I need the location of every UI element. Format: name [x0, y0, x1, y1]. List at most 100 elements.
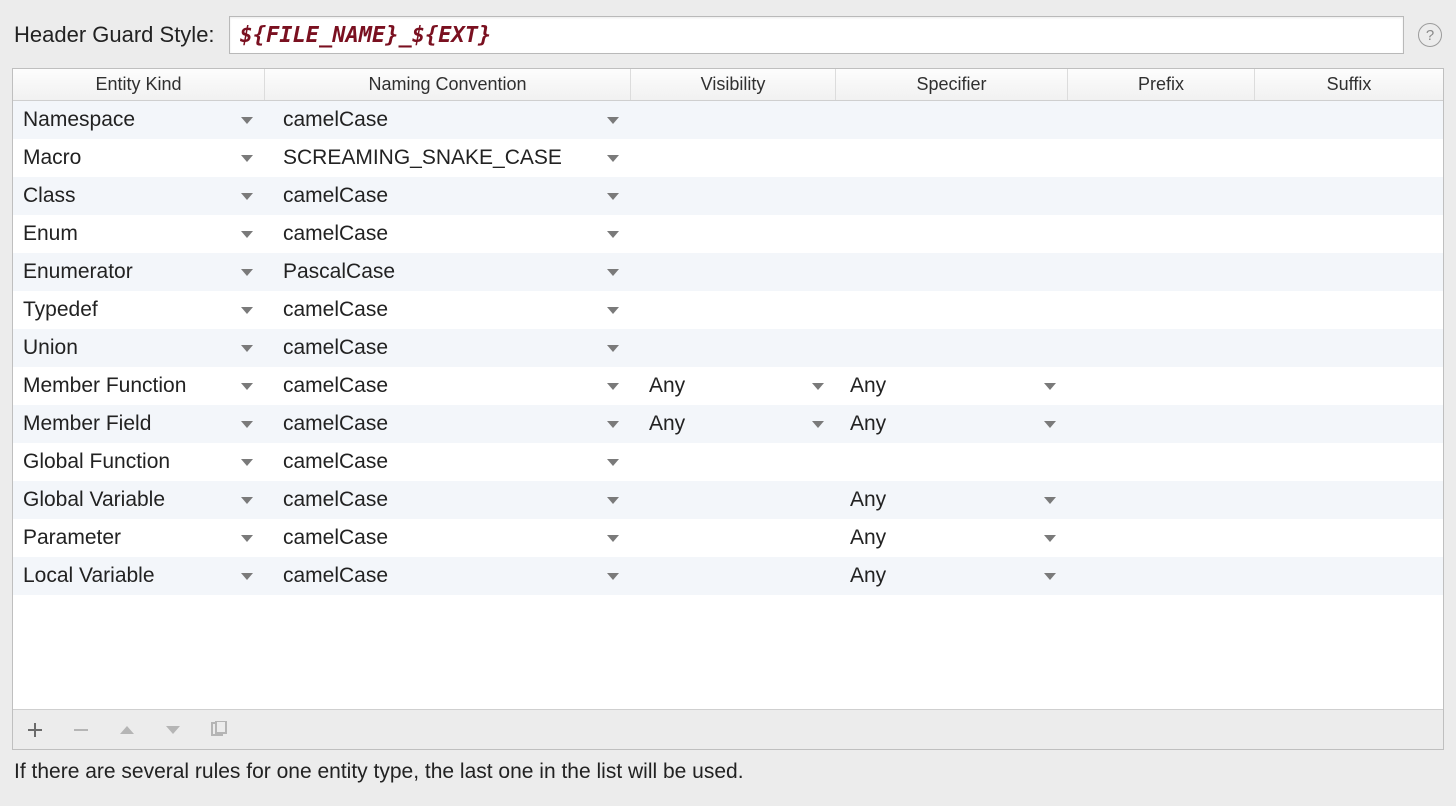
prefix-cell[interactable]	[1068, 215, 1255, 253]
prefix-cell[interactable]	[1068, 177, 1255, 215]
specifier-cell[interactable]: Any	[836, 519, 1068, 557]
entity-kind-cell[interactable]: Union	[13, 329, 265, 367]
naming-convention-cell[interactable]: PascalCase	[265, 253, 631, 291]
prefix-cell[interactable]	[1068, 253, 1255, 291]
help-icon[interactable]: ?	[1418, 23, 1442, 47]
prefix-cell[interactable]	[1068, 443, 1255, 481]
entity-kind-cell[interactable]: Local Variable	[13, 557, 265, 595]
col-header-prefix[interactable]: Prefix	[1068, 69, 1255, 100]
suffix-cell[interactable]	[1255, 367, 1443, 405]
col-header-visibility[interactable]: Visibility	[631, 69, 836, 100]
naming-convention-cell[interactable]: camelCase	[265, 519, 631, 557]
naming-convention-cell[interactable]: camelCase	[265, 557, 631, 595]
visibility-cell	[631, 557, 836, 595]
col-header-specifier[interactable]: Specifier	[836, 69, 1068, 100]
suffix-cell[interactable]	[1255, 139, 1443, 177]
col-header-naming-convention[interactable]: Naming Convention	[265, 69, 631, 100]
suffix-cell[interactable]	[1255, 101, 1443, 139]
prefix-cell[interactable]	[1068, 557, 1255, 595]
table-row[interactable]: Member FunctioncamelCaseAnyAny	[13, 367, 1443, 405]
chevron-down-icon	[1044, 497, 1056, 504]
col-header-entity-kind[interactable]: Entity Kind	[13, 69, 265, 100]
move-up-button[interactable]	[117, 720, 137, 740]
move-down-button[interactable]	[163, 720, 183, 740]
chevron-down-icon	[241, 155, 253, 162]
specifier-cell[interactable]: Any	[836, 367, 1068, 405]
chevron-down-icon	[241, 421, 253, 428]
suffix-cell[interactable]	[1255, 405, 1443, 443]
visibility-cell	[631, 519, 836, 557]
chevron-down-icon	[607, 307, 619, 314]
naming-convention-cell[interactable]: camelCase	[265, 101, 631, 139]
naming-convention-cell[interactable]: camelCase	[265, 329, 631, 367]
chevron-down-icon	[607, 535, 619, 542]
specifier-cell[interactable]: Any	[836, 557, 1068, 595]
duplicate-button[interactable]	[209, 720, 229, 740]
entity-kind-cell[interactable]: Enumerator	[13, 253, 265, 291]
remove-button[interactable]	[71, 720, 91, 740]
table-row[interactable]: Local VariablecamelCase Any	[13, 557, 1443, 595]
entity-kind-value: Typedef	[23, 298, 235, 322]
table-row[interactable]: MacroSCREAMING_SNAKE_CASE	[13, 139, 1443, 177]
entity-kind-cell[interactable]: Typedef	[13, 291, 265, 329]
table-row[interactable]: NamespacecamelCase	[13, 101, 1443, 139]
specifier-cell	[836, 443, 1068, 481]
entity-kind-cell[interactable]: Global Variable	[13, 481, 265, 519]
entity-kind-cell[interactable]: Member Function	[13, 367, 265, 405]
prefix-cell[interactable]	[1068, 329, 1255, 367]
table-row[interactable]: ClasscamelCase	[13, 177, 1443, 215]
suffix-cell[interactable]	[1255, 177, 1443, 215]
table-row[interactable]: EnumcamelCase	[13, 215, 1443, 253]
naming-convention-cell[interactable]: camelCase	[265, 367, 631, 405]
entity-kind-cell[interactable]: Parameter	[13, 519, 265, 557]
chevron-down-icon	[241, 535, 253, 542]
suffix-cell[interactable]	[1255, 291, 1443, 329]
prefix-cell[interactable]	[1068, 519, 1255, 557]
prefix-cell[interactable]	[1068, 139, 1255, 177]
specifier-cell[interactable]: Any	[836, 405, 1068, 443]
naming-convention-cell[interactable]: camelCase	[265, 291, 631, 329]
prefix-cell[interactable]	[1068, 481, 1255, 519]
table-row[interactable]: Typedef camelCase	[13, 291, 1443, 329]
chevron-down-icon	[1044, 383, 1056, 390]
header-guard-input[interactable]	[229, 16, 1404, 54]
specifier-cell	[836, 139, 1068, 177]
naming-convention-cell[interactable]: camelCase	[265, 177, 631, 215]
naming-convention-cell[interactable]: camelCase	[265, 443, 631, 481]
table-row[interactable]: UnioncamelCase	[13, 329, 1443, 367]
entity-kind-cell[interactable]: Macro	[13, 139, 265, 177]
naming-convention-cell[interactable]: camelCase	[265, 405, 631, 443]
visibility-cell[interactable]: Any	[631, 367, 836, 405]
suffix-cell[interactable]	[1255, 557, 1443, 595]
entity-kind-cell[interactable]: Global Function	[13, 443, 265, 481]
naming-convention-cell[interactable]: camelCase	[265, 481, 631, 519]
suffix-cell[interactable]	[1255, 519, 1443, 557]
col-header-suffix[interactable]: Suffix	[1255, 69, 1443, 100]
suffix-cell[interactable]	[1255, 253, 1443, 291]
entity-kind-cell[interactable]: Namespace	[13, 101, 265, 139]
table-row[interactable]: Global FunctioncamelCase	[13, 443, 1443, 481]
table-row[interactable]: Global VariablecamelCase Any	[13, 481, 1443, 519]
suffix-cell[interactable]	[1255, 329, 1443, 367]
add-button[interactable]	[25, 720, 45, 740]
prefix-cell[interactable]	[1068, 291, 1255, 329]
suffix-cell[interactable]	[1255, 481, 1443, 519]
visibility-cell[interactable]: Any	[631, 405, 836, 443]
table-row[interactable]: EnumeratorPascalCase	[13, 253, 1443, 291]
naming-convention-cell[interactable]: camelCase	[265, 215, 631, 253]
suffix-cell[interactable]	[1255, 443, 1443, 481]
suffix-cell[interactable]	[1255, 215, 1443, 253]
prefix-cell[interactable]	[1068, 101, 1255, 139]
prefix-cell[interactable]	[1068, 405, 1255, 443]
table-row[interactable]: Member FieldcamelCaseAnyAny	[13, 405, 1443, 443]
entity-kind-cell[interactable]: Member Field	[13, 405, 265, 443]
specifier-cell[interactable]: Any	[836, 481, 1068, 519]
naming-convention-cell[interactable]: SCREAMING_SNAKE_CASE	[265, 139, 631, 177]
entity-kind-cell[interactable]: Class	[13, 177, 265, 215]
table-row[interactable]: ParametercamelCase Any	[13, 519, 1443, 557]
naming-rules-table: Entity Kind Naming Convention Visibility…	[12, 68, 1444, 750]
chevron-down-icon	[241, 497, 253, 504]
entity-kind-cell[interactable]: Enum	[13, 215, 265, 253]
prefix-cell[interactable]	[1068, 367, 1255, 405]
help-icon-glyph: ?	[1426, 27, 1434, 44]
